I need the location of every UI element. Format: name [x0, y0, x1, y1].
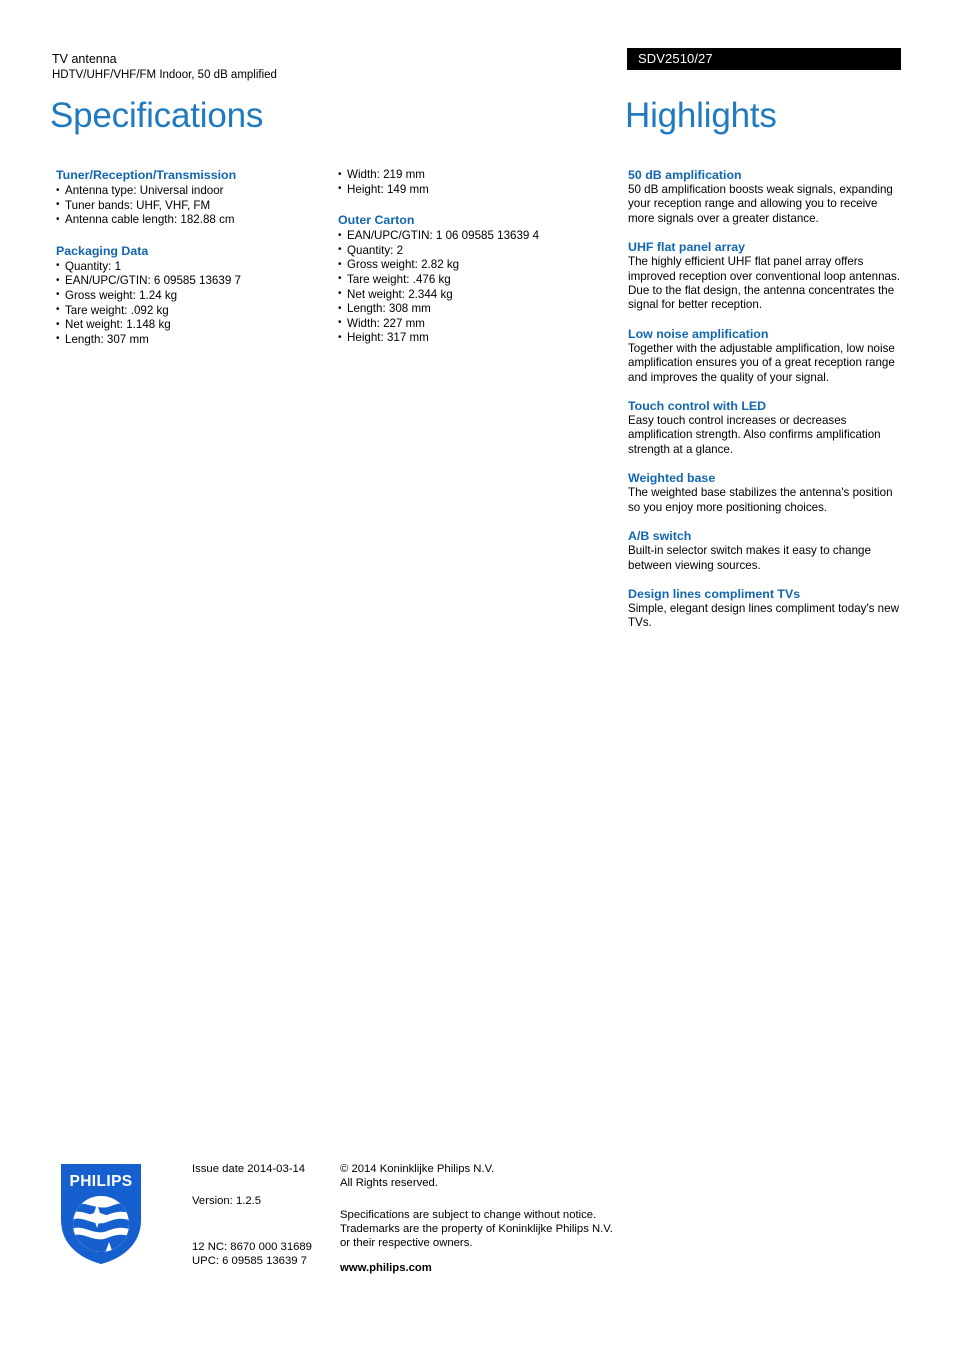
product-subtitle: HDTV/UHF/VHF/FM Indoor, 50 dB amplified: [52, 68, 277, 81]
highlight-block: 50 dB amplification 50 dB amplification …: [628, 168, 905, 226]
copyright-line-1: © 2014 Koninklijke Philips N.V.: [340, 1163, 495, 1175]
document-page: TV antenna HDTV/UHF/VHF/FM Indoor, 50 dB…: [0, 0, 954, 1350]
highlight-body: The highly efficient UHF flat panel arra…: [628, 255, 900, 312]
version: Version: 1.2.5: [192, 1195, 262, 1207]
page-title-highlights: Highlights: [625, 96, 777, 135]
philips-shield-icon: PHILIPS: [61, 1164, 141, 1264]
highlight-body: Together with the adjustable amplificati…: [628, 341, 895, 384]
spec-item: Gross weight: 1.24 kg: [56, 288, 324, 304]
spec-item: Length: 308 mm: [338, 302, 606, 317]
spec-item: EAN/UPC/GTIN: 6 09585 13639 7: [56, 274, 324, 289]
spec-item: Length: 307 mm: [56, 332, 324, 348]
highlight-title: UHF flat panel array: [628, 240, 746, 255]
spec-group: Outer Carton EAN/UPC/GTIN: 1 06 09585 13…: [338, 213, 606, 346]
spec-item-list: EAN/UPC/GTIN: 1 06 09585 13639 4 Quantit…: [338, 229, 606, 346]
highlight-body: Simple, elegant design lines compliment …: [628, 601, 899, 630]
model-number: SDV2510/27: [638, 51, 713, 66]
spec-item: Quantity: 1: [56, 259, 324, 275]
page-title-specifications: Specifications: [50, 96, 264, 135]
spec-group-heading: Packaging Data: [56, 243, 149, 258]
highlight-block: Low noise amplification Together with th…: [628, 327, 905, 385]
highlight-title: Touch control with LED: [628, 399, 767, 414]
svg-text:PHILIPS: PHILIPS: [69, 1173, 132, 1190]
spec-item: Antenna type: Universal indoor: [56, 184, 324, 199]
highlights-column: 50 dB amplification 50 dB amplification …: [628, 168, 905, 645]
spec-item: Height: 149 mm: [338, 182, 606, 198]
issue-date: Issue date 2014-03-14: [192, 1163, 306, 1175]
highlight-body: The weighted base stabilizes the antenna…: [628, 486, 893, 514]
specifications-column-b: Width: 219 mm Height: 149 mm Outer Carto…: [338, 168, 606, 346]
spec-item: Tare weight: .092 kg: [56, 303, 324, 319]
highlight-title: Low noise amplification: [628, 326, 769, 341]
highlight-body: Easy touch control increases or decrease…: [628, 414, 881, 456]
footer-meta-column: Issue date 2014-03-14 Version: 1.2.5 12 …: [192, 1162, 332, 1268]
spec-item: Tuner bands: UHF, VHF, FM: [56, 198, 324, 214]
highlight-title: Weighted base: [628, 471, 716, 486]
spec-item: Gross weight: 2.82 kg: [338, 258, 606, 273]
spec-item: Height: 317 mm: [338, 331, 606, 346]
copyright-line-2: All Rights reserved.: [340, 1177, 438, 1189]
spec-item: Width: 219 mm: [338, 168, 606, 183]
highlight-block: Design lines compliment TVs Simple, eleg…: [628, 587, 905, 631]
highlight-block: Touch control with LED Easy touch contro…: [628, 399, 905, 457]
highlight-title: 50 dB amplification: [628, 168, 742, 182]
spec-item: Tare weight: .476 kg: [338, 272, 606, 288]
highlight-title: Design lines compliment TVs: [628, 586, 801, 601]
spec-group-heading: Outer Carton: [338, 213, 415, 228]
spec-item: Width: 227 mm: [338, 316, 606, 332]
footer-legal-column: © 2014 Koninklijke Philips N.V. All Righ…: [340, 1162, 640, 1250]
disclaimer-line-1: Specifications are subject to change wit…: [340, 1209, 597, 1221]
upc-code: UPC: 6 09585 13639 7: [192, 1255, 307, 1267]
spec-item: EAN/UPC/GTIN: 1 06 09585 13639 4: [338, 229, 606, 244]
disclaimer-line-2: Trademarks are the property of Koninklij…: [340, 1223, 613, 1235]
spec-group-continuation: Width: 219 mm Height: 149 mm: [338, 168, 606, 197]
model-number-bar: SDV2510/27: [627, 48, 901, 70]
highlight-body: 50 dB amplification boosts weak signals,…: [628, 183, 893, 225]
disclaimer-line-3: or their respective owners.: [340, 1237, 473, 1249]
spec-item-list: Quantity: 1 EAN/UPC/GTIN: 6 09585 13639 …: [56, 259, 324, 348]
product-name: TV antenna: [52, 52, 117, 66]
nc-code: 12 NC: 8670 000 31689: [192, 1241, 312, 1253]
highlight-block: Weighted base The weighted base stabiliz…: [628, 471, 905, 515]
spec-item: Quantity: 2: [338, 243, 606, 259]
philips-shield-logo: PHILIPS: [57, 1160, 145, 1268]
highlight-title: A/B switch: [628, 529, 692, 544]
specifications-column-a: Tuner/Reception/Transmission Antenna typ…: [56, 168, 324, 347]
spec-item: Antenna cable length: 182.88 cm: [56, 213, 324, 228]
website-link[interactable]: www.philips.com: [340, 1262, 432, 1274]
spec-group-heading: Tuner/Reception/Transmission: [56, 168, 237, 182]
spec-item: Net weight: 2.344 kg: [338, 287, 606, 303]
spec-item-list: Width: 219 mm Height: 149 mm: [338, 168, 606, 197]
spec-item: Net weight: 1.148 kg: [56, 318, 324, 333]
spec-item-list: Antenna type: Universal indoor Tuner ban…: [56, 184, 324, 228]
spec-group: Tuner/Reception/Transmission Antenna typ…: [56, 168, 324, 228]
highlight-block: A/B switch Built-in selector switch make…: [628, 529, 905, 573]
highlight-body: Built-in selector switch makes it easy t…: [628, 544, 871, 572]
spec-group: Packaging Data Quantity: 1 EAN/UPC/GTIN:…: [56, 244, 324, 348]
product-identity: TV antenna HDTV/UHF/VHF/FM Indoor, 50 dB…: [52, 52, 277, 83]
highlight-block: UHF flat panel array The highly efficien…: [628, 240, 905, 313]
